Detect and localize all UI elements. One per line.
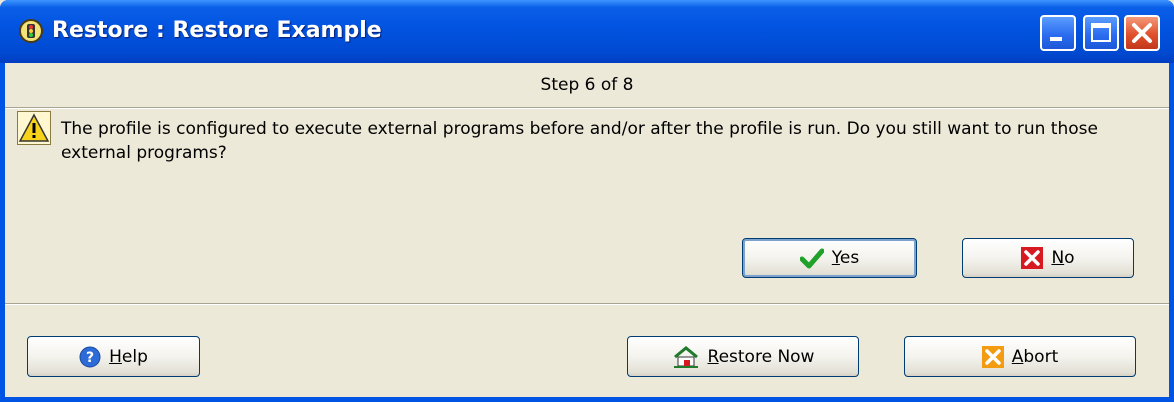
orange-x-icon bbox=[981, 345, 1004, 368]
title-bar[interactable]: Restore : Restore Example bbox=[0, 0, 1174, 63]
dialog-body: Step 6 of 8 The profile is configured to… bbox=[5, 63, 1169, 397]
maximize-button[interactable] bbox=[1083, 15, 1119, 51]
warning-message: The profile is configured to execute ext… bbox=[61, 119, 1098, 163]
help-icon: ? bbox=[79, 346, 101, 367]
app-icon bbox=[19, 19, 43, 43]
checkmark-icon bbox=[799, 248, 824, 269]
restore-now-button[interactable]: Restore Now bbox=[627, 336, 859, 377]
restore-now-button-label: Restore Now bbox=[707, 346, 815, 367]
divider-highlight bbox=[5, 108, 1169, 109]
no-button[interactable]: No bbox=[962, 238, 1134, 278]
yes-button[interactable]: Yes bbox=[742, 238, 917, 278]
warning-icon bbox=[17, 111, 51, 145]
abort-button-label: Abort bbox=[1011, 346, 1059, 367]
svg-text:?: ? bbox=[86, 350, 94, 366]
divider-highlight bbox=[5, 304, 1169, 305]
window-title: Restore : Restore Example bbox=[52, 18, 382, 43]
maximize-icon bbox=[1091, 23, 1111, 42]
restore-dialog-window: Restore : Restore Example Step 6 of 8 Th… bbox=[0, 0, 1174, 402]
help-button[interactable]: ? Help bbox=[27, 336, 200, 377]
minimize-icon bbox=[1050, 37, 1062, 41]
abort-button[interactable]: Abort bbox=[904, 336, 1136, 377]
close-icon bbox=[1132, 23, 1152, 43]
red-x-icon bbox=[1021, 247, 1044, 269]
window-frame bbox=[0, 397, 1174, 402]
no-button-label: No bbox=[1051, 248, 1075, 268]
restore-icon bbox=[673, 345, 698, 368]
help-button-label: Help bbox=[109, 346, 148, 367]
step-indicator: Step 6 of 8 bbox=[540, 75, 634, 95]
minimize-button[interactable] bbox=[1040, 15, 1076, 51]
close-button[interactable] bbox=[1124, 15, 1160, 51]
yes-button-label: Yes bbox=[831, 248, 860, 268]
